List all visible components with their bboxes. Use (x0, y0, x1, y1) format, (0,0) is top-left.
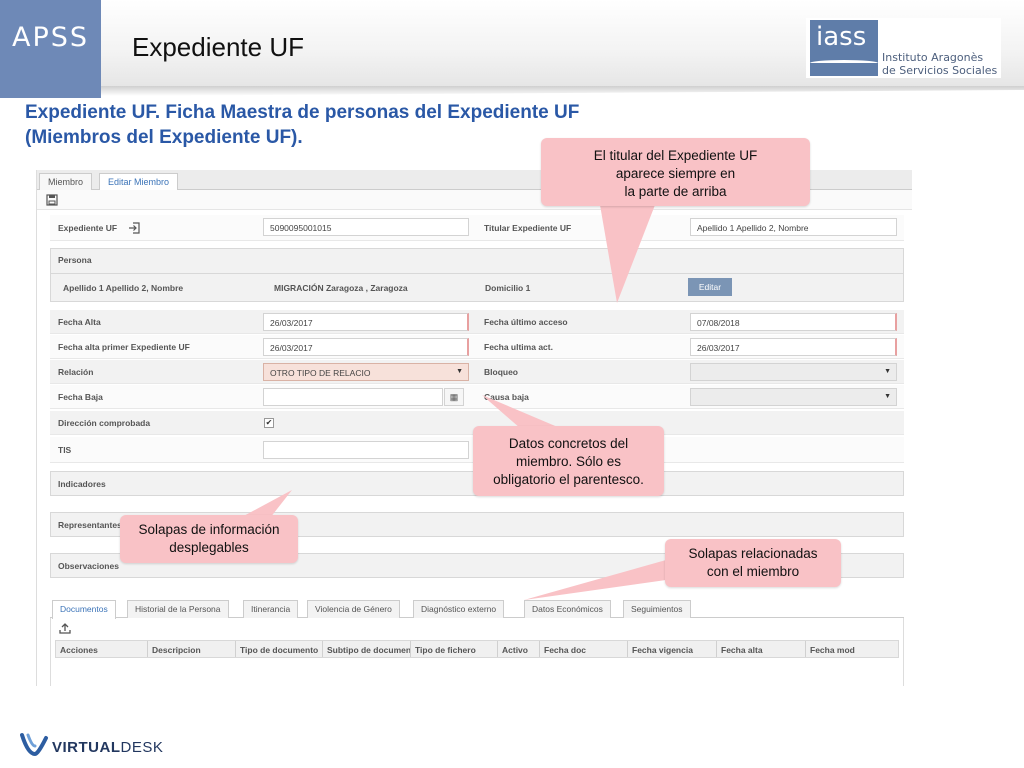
callout-datos-line3: obligatorio el parentesco. (493, 472, 644, 487)
callout-titular-line3: la parte de arriba (624, 184, 727, 199)
callout-solapas-info-line2: desplegables (169, 540, 249, 555)
pointer-datos (482, 395, 560, 428)
callout-titular-line1: El titular del Expediente UF (593, 148, 758, 163)
callout-datos-line1: Datos concretos del (508, 436, 629, 451)
callout-datos: Datos concretos del miembro. Sólo es obl… (473, 426, 664, 496)
callout-solapas-rel-line1: Solapas relacionadas (688, 546, 818, 561)
pointer-solapas-rel (524, 560, 666, 600)
callout-datos-line2: miembro. Sólo es (515, 454, 622, 469)
callout-pointers (240, 205, 666, 600)
callout-titular: El titular del Expediente UF aparece sie… (541, 138, 810, 206)
callout-solapas-rel: Solapas relacionadas con el miembro (665, 539, 841, 587)
callout-solapas-info: Solapas de información desplegables (120, 515, 298, 563)
callout-titular-line2: aparece siempre en (615, 166, 736, 181)
pointer-solapas-info (240, 490, 292, 518)
callout-solapas-rel-line2: con el miembro (706, 564, 800, 579)
callout-solapas-info-line1: Solapas de información (138, 522, 280, 537)
pointer-titular (600, 205, 655, 303)
